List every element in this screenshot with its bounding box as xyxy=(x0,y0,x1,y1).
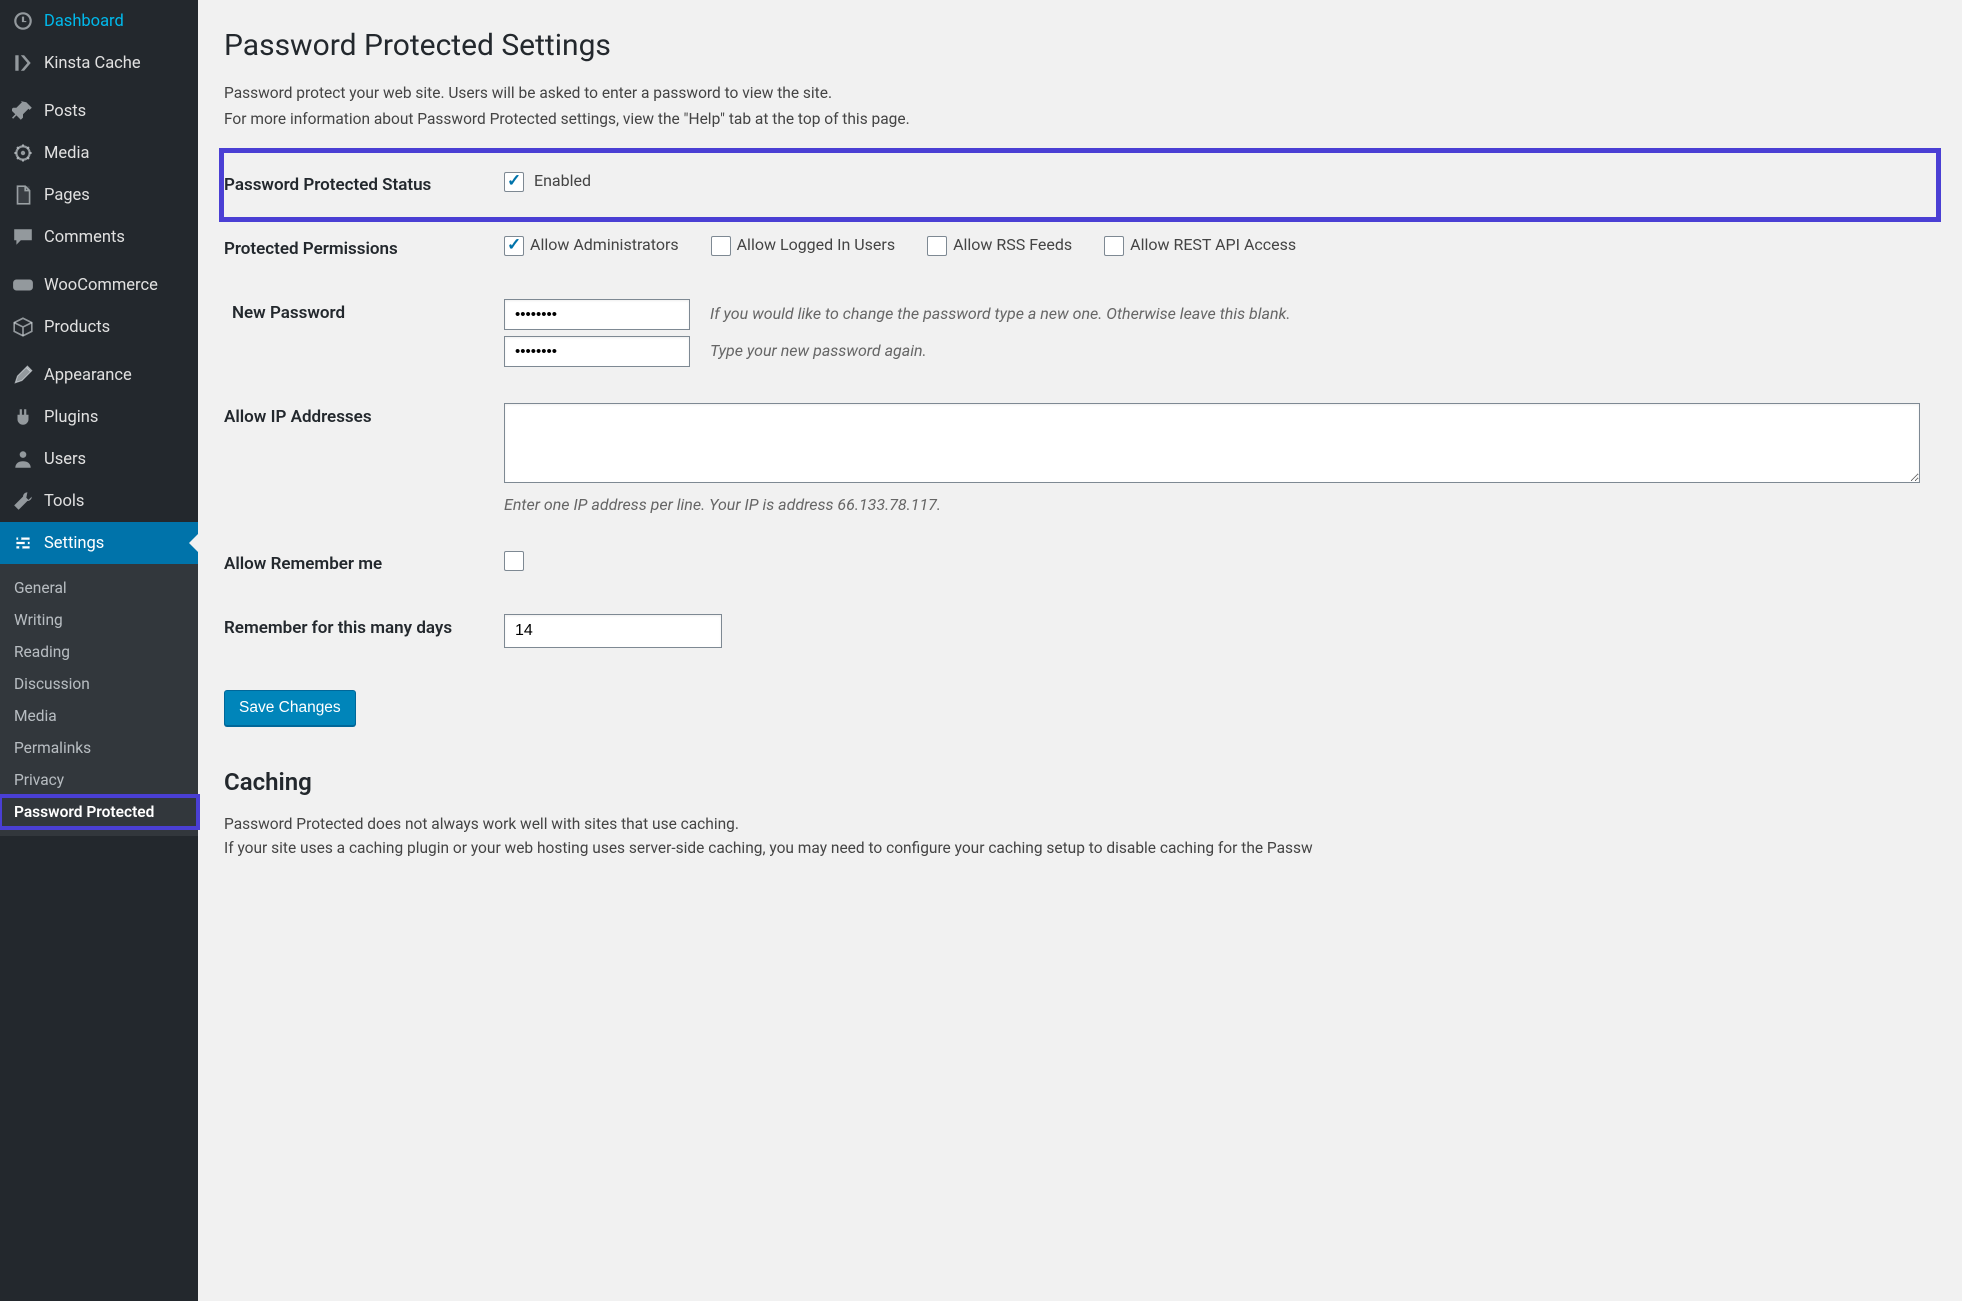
confirm-password-input[interactable] xyxy=(504,336,690,367)
sidebar-item-comments[interactable]: Comments xyxy=(0,216,198,258)
remember-row: Allow Remember me xyxy=(224,532,1936,596)
sidebar-item-posts[interactable]: Posts xyxy=(0,90,198,132)
perm-rss-checkbox[interactable] xyxy=(927,236,947,256)
allow-ip-description: Enter one IP address per line. Your IP i… xyxy=(504,495,1926,514)
sidebar-item-users[interactable]: Users xyxy=(0,438,198,480)
sidebar-item-appearance[interactable]: Appearance xyxy=(0,354,198,396)
sidebar-item-label: Pages xyxy=(44,186,90,205)
sidebar-item-kinsta[interactable]: Kinsta Cache xyxy=(0,42,198,84)
perm-logged-label[interactable]: Allow Logged In Users xyxy=(711,235,895,254)
sidebar-item-settings[interactable]: Settings xyxy=(0,522,198,564)
perm-logged-checkbox[interactable] xyxy=(711,236,731,256)
page-description: Password protect your web site. Users wi… xyxy=(224,81,1936,131)
perm-rest-label[interactable]: Allow REST API Access xyxy=(1104,235,1296,254)
new-password-help: If you would like to change the password… xyxy=(710,304,1291,323)
permissions-label: Protected Permissions xyxy=(224,217,504,281)
status-row: Password Protected Status Enabled xyxy=(224,153,1936,217)
perm-rss-label[interactable]: Allow RSS Feeds xyxy=(927,235,1072,254)
sidebar-item-media[interactable]: Media xyxy=(0,132,198,174)
new-password-row: New Password If you would like to change… xyxy=(224,281,1936,385)
main-content: Password Protected Settings Password pro… xyxy=(198,0,1962,1301)
settings-icon xyxy=(12,532,34,554)
allow-ip-textarea[interactable] xyxy=(504,403,1920,483)
submenu-password-protected[interactable]: Password Protected xyxy=(0,796,198,828)
sidebar-item-label: WooCommerce xyxy=(44,276,158,295)
dashboard-icon xyxy=(12,10,34,32)
sidebar-item-label: Dashboard xyxy=(44,12,124,31)
kinsta-icon xyxy=(12,52,34,74)
remember-days-row: Remember for this many days xyxy=(224,596,1936,666)
sidebar-item-tools[interactable]: Tools xyxy=(0,480,198,522)
allow-ip-row: Allow IP Addresses Enter one IP address … xyxy=(224,385,1936,532)
caching-description: Password Protected does not always work … xyxy=(224,812,1936,860)
submenu-privacy[interactable]: Privacy xyxy=(0,764,198,796)
submenu-discussion[interactable]: Discussion xyxy=(0,668,198,700)
page-title: Password Protected Settings xyxy=(224,28,1936,63)
status-enabled-checkbox[interactable] xyxy=(504,172,524,192)
sidebar-item-label: Appearance xyxy=(44,366,132,385)
remember-checkbox[interactable] xyxy=(504,551,524,571)
remember-days-label: Remember for this many days xyxy=(224,596,504,666)
sidebar-item-label: Media xyxy=(44,144,89,163)
users-icon xyxy=(12,448,34,470)
sidebar-item-pages[interactable]: Pages xyxy=(0,174,198,216)
new-password-input[interactable] xyxy=(504,299,690,330)
remember-label: Allow Remember me xyxy=(224,532,504,596)
plugins-icon xyxy=(12,406,34,428)
status-enabled-label[interactable]: Enabled xyxy=(504,171,591,190)
sidebar-item-label: Plugins xyxy=(44,408,98,427)
perm-admin-label[interactable]: Allow Administrators xyxy=(504,235,679,254)
submenu-permalinks[interactable]: Permalinks xyxy=(0,732,198,764)
products-icon xyxy=(12,316,34,338)
caching-heading: Caching xyxy=(224,768,1936,796)
sidebar-item-label: Posts xyxy=(44,102,86,121)
allow-ip-label: Allow IP Addresses xyxy=(224,385,504,532)
page-icon xyxy=(12,184,34,206)
media-icon xyxy=(12,142,34,164)
remember-days-input[interactable] xyxy=(504,614,722,648)
admin-sidebar: Dashboard Kinsta Cache Posts Media Pages… xyxy=(0,0,198,1301)
sidebar-item-label: Products xyxy=(44,318,110,337)
confirm-password-help: Type your new password again. xyxy=(710,341,927,360)
sidebar-item-woocommerce[interactable]: WooCommerce xyxy=(0,264,198,306)
submenu-writing[interactable]: Writing xyxy=(0,604,198,636)
perm-rest-checkbox[interactable] xyxy=(1104,236,1124,256)
status-label: Password Protected Status xyxy=(224,153,504,217)
sidebar-item-label: Users xyxy=(44,450,86,469)
new-password-label: New Password xyxy=(224,281,504,385)
sidebar-item-label: Kinsta Cache xyxy=(44,54,141,73)
sidebar-item-label: Comments xyxy=(44,228,125,247)
pin-icon xyxy=(12,100,34,122)
tools-icon xyxy=(12,490,34,512)
sidebar-item-label: Settings xyxy=(44,534,104,553)
sidebar-item-dashboard[interactable]: Dashboard xyxy=(0,0,198,42)
submenu-general[interactable]: General xyxy=(0,572,198,604)
appearance-icon xyxy=(12,364,34,386)
save-changes-button[interactable]: Save Changes xyxy=(224,690,356,726)
submenu-reading[interactable]: Reading xyxy=(0,636,198,668)
comment-icon xyxy=(12,226,34,248)
woo-icon xyxy=(12,274,34,296)
perm-admin-checkbox[interactable] xyxy=(504,236,524,256)
sidebar-item-plugins[interactable]: Plugins xyxy=(0,396,198,438)
settings-submenu: General Writing Reading Discussion Media… xyxy=(0,564,198,836)
submenu-media[interactable]: Media xyxy=(0,700,198,732)
sidebar-item-label: Tools xyxy=(44,492,84,511)
sidebar-item-products[interactable]: Products xyxy=(0,306,198,348)
permissions-row: Protected Permissions Allow Administrato… xyxy=(224,217,1936,281)
